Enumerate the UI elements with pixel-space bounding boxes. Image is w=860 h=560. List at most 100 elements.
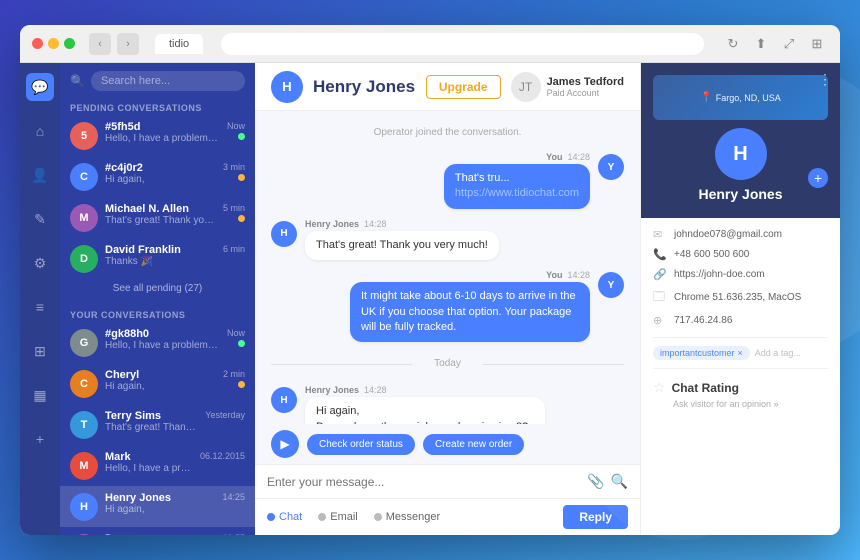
back-button[interactable]: ‹ <box>89 33 111 55</box>
conv-preview: Hello, I have a problem with my wid... <box>105 463 193 474</box>
message-row-4: H Henry Jones 14:28 Hi again,Do you have… <box>271 385 624 424</box>
message-input[interactable] <box>267 475 579 489</box>
conv-name: Terry Sims <box>105 410 198 422</box>
sidebar-item-users[interactable]: 👤 <box>26 161 54 189</box>
check-order-button[interactable]: Check order status <box>307 434 415 455</box>
conv-item-pending-4[interactable]: D David Franklin Thanks 🎉 6 min <box>60 238 255 279</box>
search-input[interactable] <box>91 71 245 91</box>
message-time: 14:28 <box>364 385 387 395</box>
conv-name: Dean <box>105 533 215 535</box>
message-sender: You <box>546 152 562 162</box>
right-sidebar: 📍 Fargo, ND, USA ⋮ H Henry Jones + ✉ joh… <box>640 63 840 535</box>
chat-rating-title: Chat Rating <box>672 381 739 395</box>
email-value: johndoe078@gmail.com <box>674 229 828 240</box>
sidebar-item-settings[interactable]: ⚙ <box>26 249 54 277</box>
upgrade-button[interactable]: Upgrade <box>426 75 501 99</box>
tag-remove-icon[interactable]: × <box>738 348 743 358</box>
sidebar-item-edit[interactable]: ✎ <box>26 205 54 233</box>
conv-item-your-1[interactable]: G #gk88h0 Hello, I have a problem with m… <box>60 322 255 363</box>
conv-item-pending-2[interactable]: C #c4j0r2 Hi again, 3 min <box>60 156 255 197</box>
conv-meta: Yesterday <box>205 410 245 420</box>
tab-email[interactable]: Email <box>318 511 358 523</box>
browser-row: 🗔 Chrome 51.636.235, MacOS <box>653 288 828 307</box>
message-avatar: H <box>271 221 297 247</box>
refresh-button[interactable]: ↻ <box>722 33 744 55</box>
avatar: G <box>70 329 98 357</box>
conv-time: Now <box>227 328 245 338</box>
contact-info: ✉ johndoe078@gmail.com 📞 +48 600 500 600… <box>641 218 840 337</box>
star-icon: ☆ <box>653 379 666 396</box>
sidebar-menu-icon[interactable]: ⋮ <box>818 71 832 88</box>
conv-item-pending-3[interactable]: M Michael N. Allen That's great! Thank y… <box>60 197 255 238</box>
attachment-icon[interactable]: 📎 <box>587 473 604 490</box>
sidebar-item-chart[interactable]: ▦ <box>26 381 54 409</box>
message-bubble: It might take about 6-10 days to arrive … <box>350 282 590 342</box>
search-in-chat-icon[interactable]: 🔍 <box>611 473 628 490</box>
add-tag-button[interactable]: Add a tag... <box>755 348 801 358</box>
see-all-pending[interactable]: See all pending (27) <box>60 279 255 298</box>
conv-meta: 14:25 <box>222 492 245 502</box>
email-tab-dot <box>318 513 326 521</box>
conv-item-your-5[interactable]: H Henry Jones Hi again, 14:25 <box>60 486 255 527</box>
conv-time: 6 min <box>223 244 245 254</box>
tab-chat[interactable]: Chat <box>267 511 302 523</box>
conv-name: #c4j0r2 <box>105 162 216 174</box>
fullscreen-button[interactable]: ⤢ <box>778 33 800 55</box>
browser-tab-label: tidio <box>169 38 189 50</box>
grid-button[interactable]: ⊞ <box>806 33 828 55</box>
dot-yellow[interactable] <box>48 38 59 49</box>
sidebar-item-chat[interactable]: 💬 <box>26 73 54 101</box>
address-bar[interactable] <box>221 33 704 55</box>
browser-window: ‹ › tidio ↻ ⬆ ⤢ ⊞ 💬 ⌂ 👤 ✎ <box>20 25 840 535</box>
browser-tab[interactable]: tidio <box>155 34 203 54</box>
sidebar-item-add[interactable]: + <box>26 425 54 453</box>
dot-red[interactable] <box>32 38 43 49</box>
create-order-button[interactable]: Create new order <box>423 434 524 455</box>
conv-item-pending-1[interactable]: 5 #5fh5d Hello, I have a problem with my… <box>60 115 255 156</box>
conv-meta: 3 min <box>223 162 245 181</box>
conv-item-your-2[interactable]: C Cheryl Hi again, 2 min <box>60 363 255 404</box>
contact-avatar: H <box>715 128 767 180</box>
sidebar-item-apps[interactable]: ⊞ <box>26 337 54 365</box>
conv-info: Henry Jones Hi again, <box>105 492 215 515</box>
chat-header-name: H Henry Jones <box>271 71 415 103</box>
sidebar-item-home[interactable]: ⌂ <box>26 117 54 145</box>
conv-meta: 10:55 <box>222 533 245 535</box>
forward-button[interactable]: › <box>117 33 139 55</box>
message-sender: Henry Jones <box>305 385 359 395</box>
tab-messenger[interactable]: Messenger <box>374 511 440 523</box>
conv-name: #5fh5d <box>105 121 220 133</box>
quick-actions: ▶ Check order status Create new order <box>255 424 640 464</box>
chat-rating-header: ☆ Chat Rating <box>653 379 828 396</box>
reply-button[interactable]: Reply <box>563 505 628 529</box>
browser-icon: 🗔 <box>653 288 667 307</box>
agent-info: James Tedford Paid Account <box>547 76 624 98</box>
conversation-sidebar: 🔍 PENDING CONVERSATIONS 5 #5fh5d Hello, … <box>60 63 255 535</box>
send-icon-button[interactable]: ▶ <box>271 430 299 458</box>
conv-badge <box>238 174 245 181</box>
share-button[interactable]: ⬆ <box>750 33 772 55</box>
agent-status: Paid Account <box>547 88 624 98</box>
date-separator: Today <box>271 358 624 369</box>
add-contact-button[interactable]: + <box>808 168 828 188</box>
conv-name: Mark <box>105 451 193 463</box>
input-icons: 📎 🔍 <box>587 473 628 490</box>
conv-item-your-3[interactable]: T Terry Sims That's great! Thank you ver… <box>60 404 255 445</box>
conv-preview: Hello, I have a problem with my wid... <box>105 133 220 144</box>
message-row-3: Y You 14:28 It might take about 6-10 day… <box>271 270 624 342</box>
messages-container[interactable]: Operator joined the conversation. Y You … <box>255 111 640 424</box>
app: 💬 ⌂ 👤 ✎ ⚙ ≡ ⊞ ▦ + <box>20 63 840 535</box>
location-map: 📍 Fargo, ND, USA <box>653 75 828 120</box>
dot-green[interactable] <box>64 38 75 49</box>
search-bar: 🔍 <box>60 63 255 99</box>
agent-avatar: JT <box>511 72 541 102</box>
message-bubble-group: You 14:28 That's tru...https://www.tidio… <box>444 152 590 209</box>
conv-time: 14:25 <box>222 492 245 502</box>
icon-sidebar: 💬 ⌂ 👤 ✎ ⚙ ≡ ⊞ ▦ + <box>20 63 60 535</box>
avatar: T <box>70 411 98 439</box>
conv-item-your-4[interactable]: M Mark Hello, I have a problem with my w… <box>60 445 255 486</box>
message-sender: Henry Jones <box>305 219 359 229</box>
tag-item[interactable]: importantcustomer × <box>653 346 750 360</box>
sidebar-item-sliders[interactable]: ≡ <box>26 293 54 321</box>
conv-item-your-6[interactable]: D Dean 10:55 <box>60 527 255 535</box>
